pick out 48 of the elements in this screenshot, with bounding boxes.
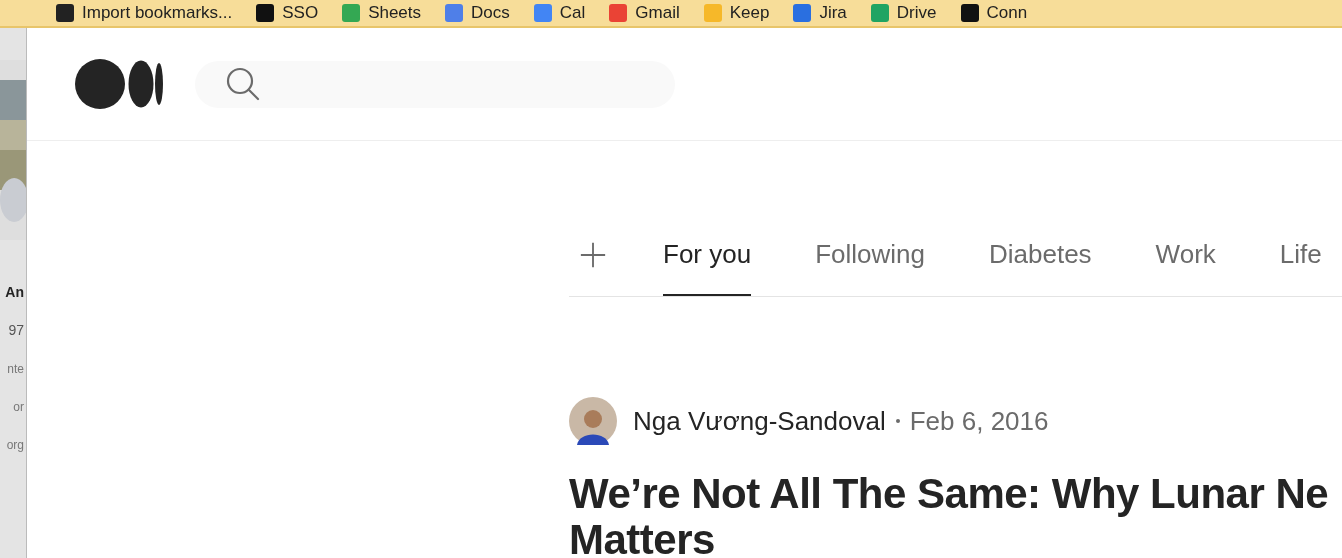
- bookmark[interactable]: Keep: [703, 3, 770, 23]
- bookmark[interactable]: Docs: [445, 3, 510, 23]
- search-icon: [225, 66, 261, 102]
- feed-tab[interactable]: Following: [815, 213, 925, 296]
- add-icon[interactable]: [579, 240, 607, 269]
- bookmark[interactable]: Jira: [793, 3, 847, 23]
- bookmark-label: Drive: [896, 3, 937, 23]
- author-avatar[interactable]: [569, 397, 617, 445]
- author-name[interactable]: Nga Vương-Sandoval: [633, 405, 886, 437]
- feed-tab[interactable]: For you: [663, 213, 752, 296]
- logo-icon[interactable]: [75, 59, 163, 109]
- post-title[interactable]: Matters: [569, 517, 1342, 558]
- bookmark-icon: [342, 4, 361, 22]
- bookmark-icon: [533, 4, 552, 22]
- bookmark-label: Conn: [986, 3, 1028, 23]
- bookmark-icon: [703, 4, 722, 22]
- bookmark[interactable]: Drive: [870, 3, 937, 23]
- bookmark[interactable]: SSO: [256, 3, 319, 23]
- bookmark-label: Keep: [729, 3, 770, 23]
- bookmark-icon: [56, 4, 74, 22]
- bookmark-label: Cal: [559, 3, 586, 23]
- bookmark-icon: [445, 4, 464, 22]
- search-field[interactable]: [195, 60, 675, 108]
- post-title[interactable]: We’re Not All The Same: Why Lunar Ne: [569, 471, 1342, 517]
- bookmark-label: Sheets: [368, 3, 422, 23]
- bookmark[interactable]: Sheets: [342, 3, 422, 23]
- profile-bio-line: or: [13, 400, 25, 414]
- follower-count: 97: [8, 322, 25, 338]
- feed-tab[interactable]: Diabetes: [989, 213, 1092, 296]
- profile-bio-line: nte: [7, 362, 25, 376]
- bookmark[interactable]: Cal: [533, 3, 586, 23]
- bookmark[interactable]: Conn: [960, 3, 1028, 23]
- bookmark-icon: [793, 4, 812, 22]
- bookmark-label: Jira: [819, 3, 847, 23]
- bookmark-icon: [609, 4, 628, 22]
- bookmark-label: SSO: [282, 3, 319, 23]
- bookmark-icon: [256, 4, 275, 22]
- feed-tab[interactable]: Work: [1155, 213, 1216, 296]
- separator-dot: [895, 419, 900, 423]
- profile-bio-line: org: [6, 438, 25, 452]
- bookmark-icon: [960, 4, 979, 22]
- post-date: Feb 6, 2016: [909, 405, 1049, 437]
- profile-name: An: [5, 284, 25, 300]
- bookmark[interactable]: Gmail: [609, 3, 680, 23]
- feed-tab[interactable]: Life: [1279, 213, 1322, 296]
- bookmark-label: Gmail: [635, 3, 680, 23]
- bookmark-icon: [870, 4, 889, 22]
- bookmark-label: Docs: [471, 3, 510, 23]
